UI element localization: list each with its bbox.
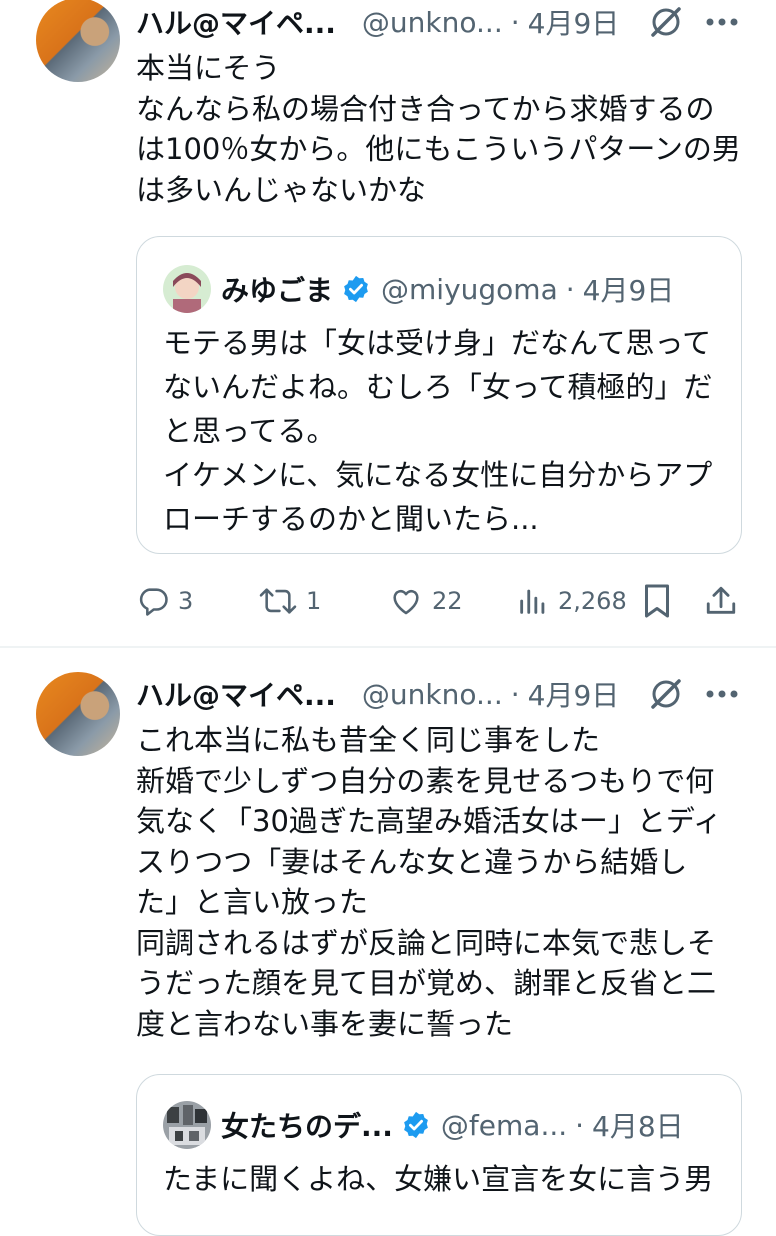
separator: · (510, 677, 520, 711)
text-line: これ本当に私も昔全く同じ事をした (136, 723, 601, 757)
text-line: 度と言わない事を妻に誓った (136, 1006, 514, 1041)
quoted-text: たまに聞くよね、女嫌い宣言を女に言う男 (163, 1157, 723, 1201)
author-avatar[interactable] (36, 672, 120, 756)
text-line: スりつつ「妻はそんな女と違うから結婚し (136, 844, 688, 879)
tweet-text: これ本当に私も昔全く同じ事をした 新婚で少しずつ自分の素を見せるつもりで何 気な… (136, 720, 746, 1044)
grok-icon[interactable] (648, 4, 684, 40)
tweet-date[interactable]: 4月9日 (528, 674, 620, 714)
text-line: 同調されるはずが反論と同時に本気で悲しそ (136, 925, 717, 960)
text-line: なんなら私の場合付き合ってから求婚するの (136, 91, 715, 126)
repost-icon (259, 588, 297, 614)
text-line: ないんだよね。むしろ「女って積極的」だ (163, 370, 713, 404)
author-avatar[interactable] (36, 0, 120, 82)
quoted-date: 4月8日 (592, 1110, 684, 1143)
text-line: イケメンに、気になる女性に自分からアプ (163, 458, 713, 492)
more-icon[interactable] (702, 678, 742, 710)
quoted-header: 女たちのデ... @fema... · 4月8日 (221, 1101, 684, 1149)
grok-icon[interactable] (648, 676, 684, 712)
separator: · (510, 5, 520, 39)
quoted-author-name: 女たちのデ... (221, 1110, 393, 1143)
view-count: 2,268 (558, 587, 627, 615)
text-line: ローチするのかと聞いたら... (163, 502, 539, 536)
like-button[interactable]: 22 (388, 576, 463, 626)
action-bar: 3 1 22 2,268 (0, 576, 776, 626)
share-button[interactable] (704, 576, 746, 626)
quoted-header: みゆごま @miyugoma · 4月9日 (221, 265, 674, 313)
repost-button[interactable]: 1 (258, 576, 321, 626)
quoted-text: モテる男は「女は受け身」だなんて思って ないんだよね。むしろ「女って積極的」だ … (163, 321, 723, 541)
more-icon[interactable] (702, 6, 742, 38)
tweet-text: 本当にそう なんなら私の場合付き合ってから求婚するの は100％女から。他にもこ… (136, 48, 746, 210)
text-line: うだった顔を見て目が覚め、謝罪と反省と二 (136, 966, 717, 1000)
text-line: 気なく「30過ぎた高望み婚活女はー」とディ (136, 804, 722, 838)
text-line: 本当にそう (136, 51, 281, 85)
text-line: た」と言い放った (136, 885, 369, 919)
reply-button[interactable]: 3 (136, 576, 193, 626)
quoted-tweet[interactable]: みゆごま @miyugoma · 4月9日 モテる男は「女は受け身」だなんて思っ… (136, 236, 742, 554)
separator: · (575, 1108, 585, 1142)
author-handle[interactable]: @unkno... (362, 678, 503, 711)
bookmark-button[interactable] (642, 576, 680, 626)
tweet-divider (0, 646, 776, 648)
text-line: と思ってる。 (163, 414, 336, 448)
tweet-1[interactable]: ハル@マイペ... @unkno... · 4月9日 本当にそう なんなら私の場… (0, 0, 776, 645)
quoted-date: 4月9日 (582, 274, 675, 307)
views-button[interactable]: 2,268 (516, 576, 627, 626)
quoted-handle: @miyugoma (381, 272, 558, 306)
like-icon (393, 589, 419, 615)
author-name[interactable]: ハル@マイペ... (136, 2, 336, 42)
separator: · (565, 272, 575, 306)
text-line: は100％女から。他にもこういうパターンの男 (136, 132, 741, 166)
quoted-author-avatar (163, 1101, 211, 1149)
quoted-handle: @fema... (440, 1108, 568, 1142)
text-line: 新婚で少しずつ自分の素を見せるつもりで何 (136, 763, 715, 798)
like-count: 22 (432, 587, 463, 615)
text-line: は多いんじゃないかな (136, 172, 427, 207)
author-handle[interactable]: @unkno... (362, 6, 503, 39)
tweet-2[interactable]: ハル@マイペ... @unkno... · 4月9日 これ本当に私も昔全く同じ事… (0, 668, 776, 1236)
verified-badge-icon (341, 274, 371, 304)
quoted-tweet[interactable]: 女たちのデ... @fema... · 4月8日 たまに聞くよね、女嫌い宣言を女… (136, 1074, 742, 1236)
tweet-date[interactable]: 4月9日 (528, 2, 620, 42)
repost-count: 1 (306, 587, 322, 615)
reply-icon (139, 588, 168, 616)
views-icon (520, 589, 545, 614)
quoted-author-avatar (163, 265, 211, 313)
author-name[interactable]: ハル@マイペ... (136, 674, 336, 714)
bookmark-icon (645, 584, 669, 618)
verified-badge-icon (401, 1110, 431, 1140)
quoted-author-name: みゆごま (221, 274, 334, 307)
text-line: モテる男は「女は受け身」だなんて思って (163, 326, 712, 360)
share-icon (706, 586, 736, 614)
reply-count: 3 (178, 587, 194, 615)
text-line: たまに聞くよね、女嫌い宣言を女に言う男 (163, 1162, 714, 1196)
